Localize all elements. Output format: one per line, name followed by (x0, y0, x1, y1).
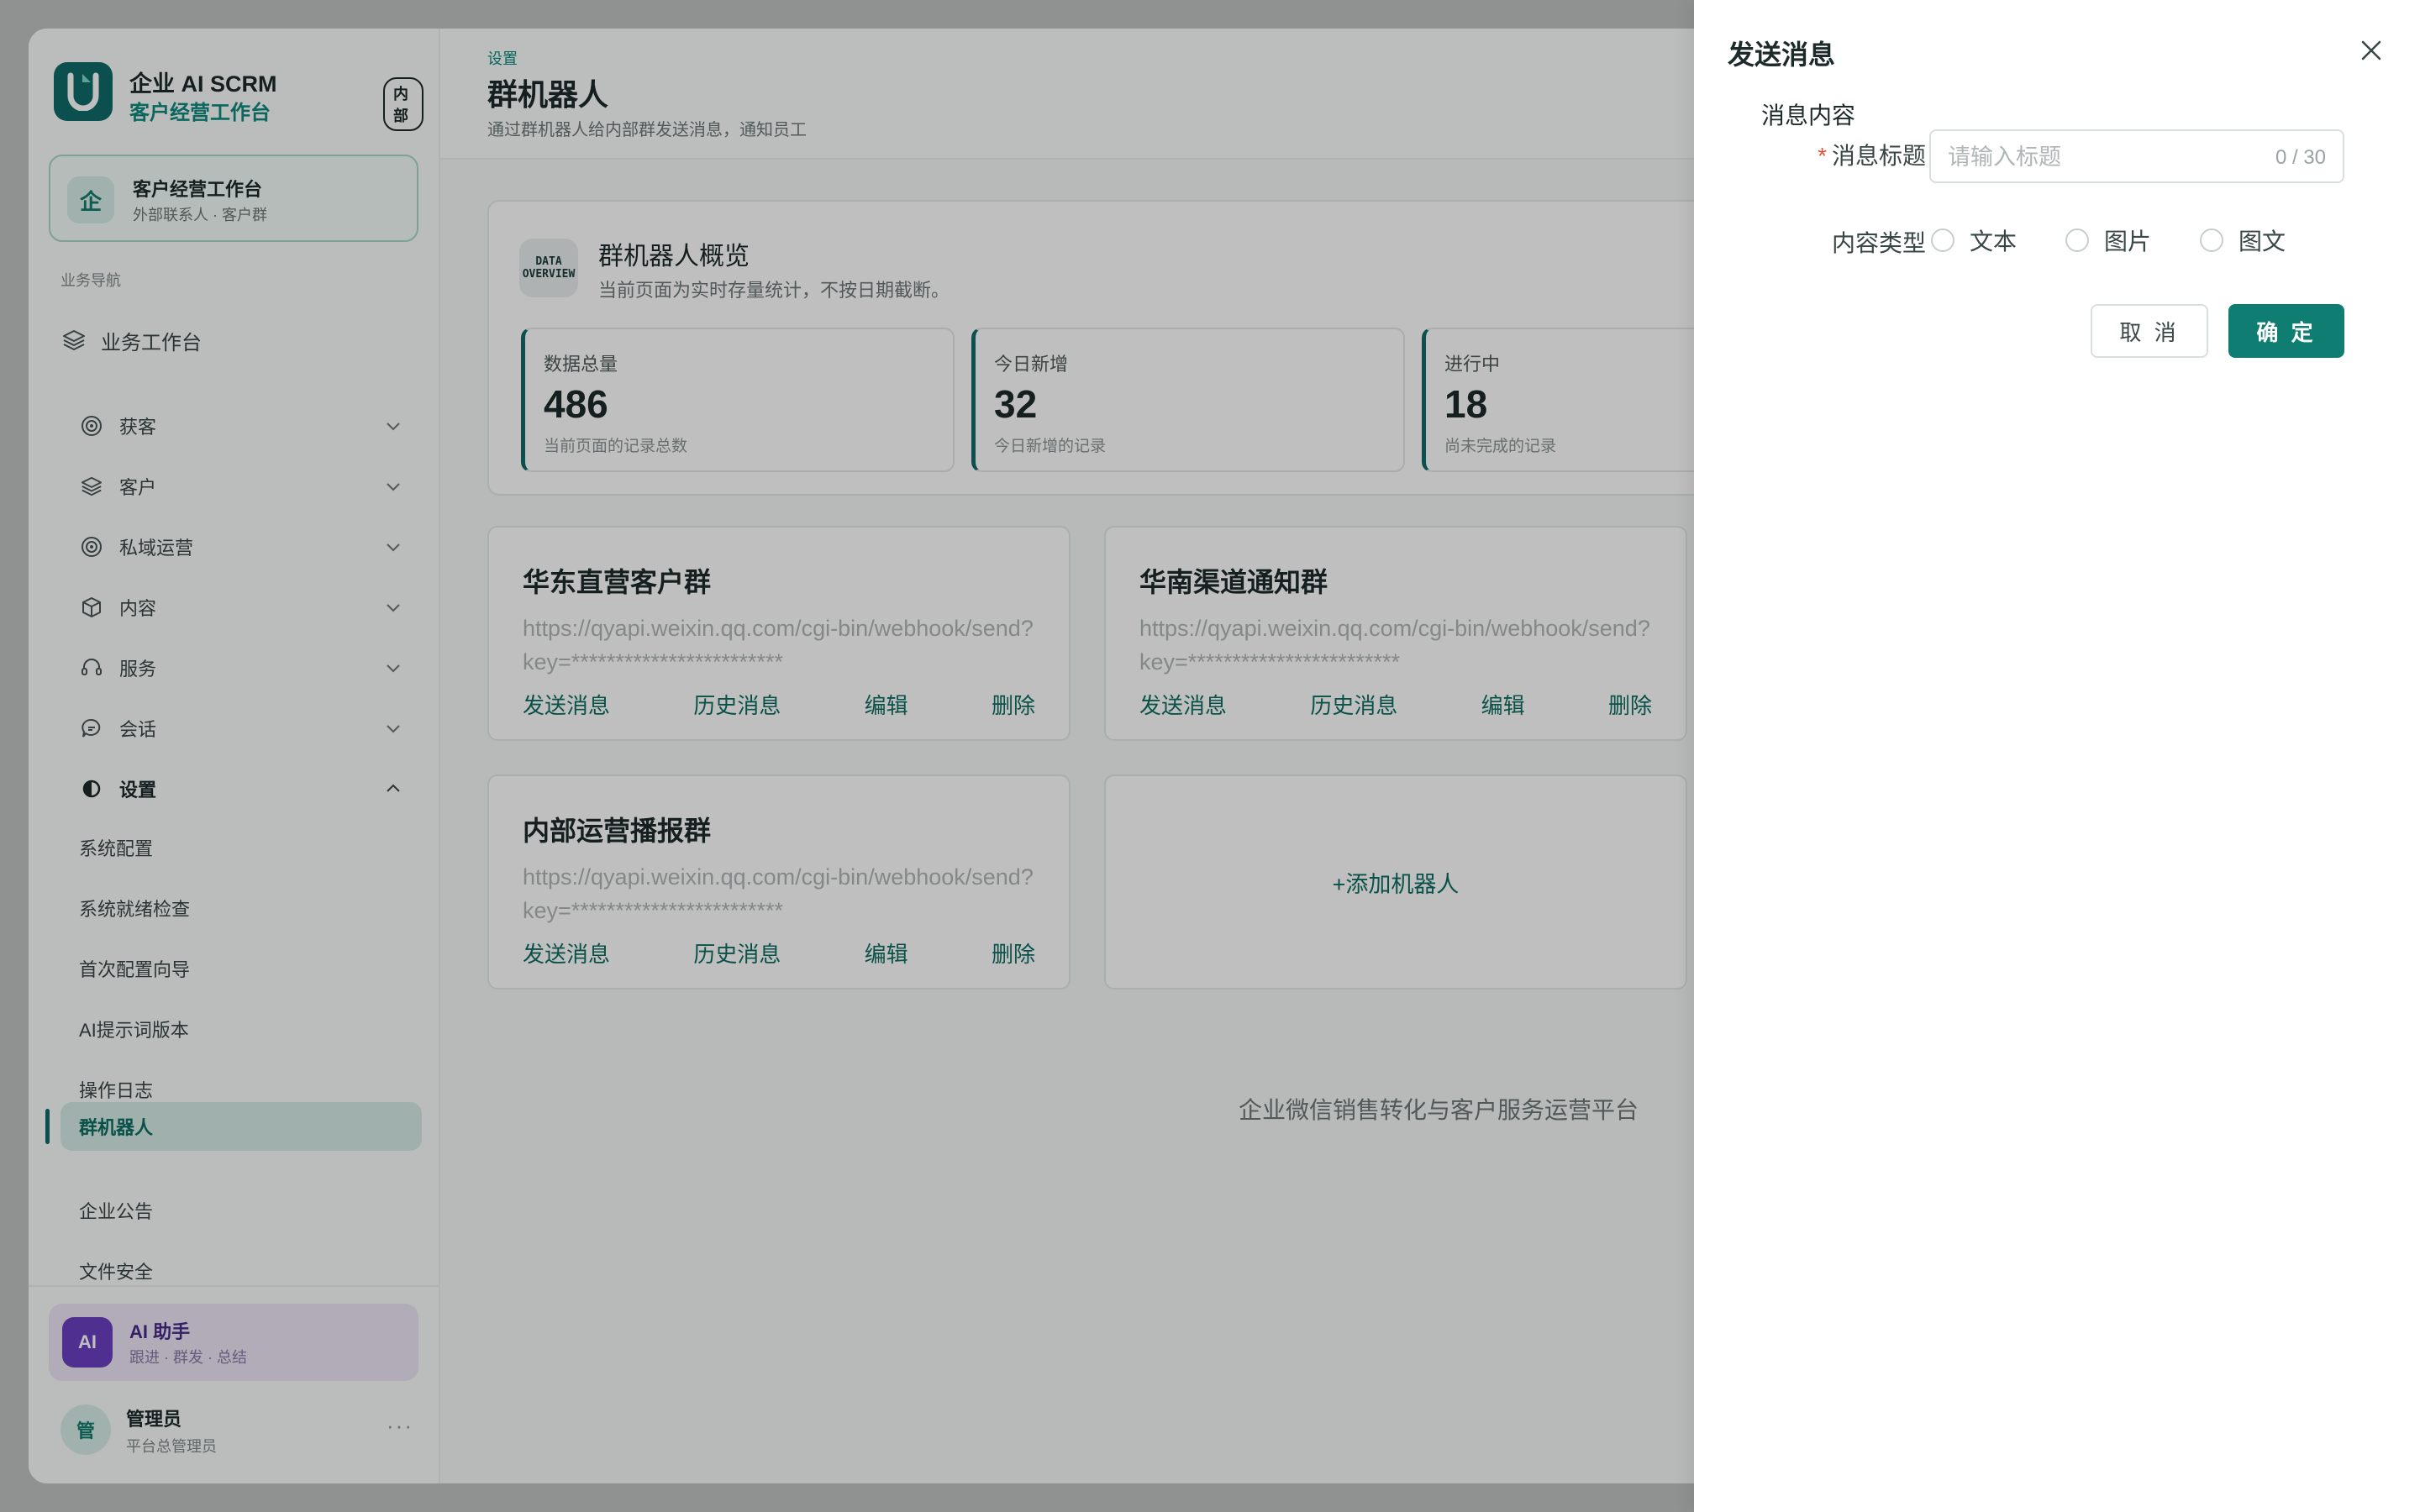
radio-label: 图文 (2238, 228, 2286, 255)
message-title-label: * 消息标题 (1795, 138, 1926, 171)
cancel-button[interactable]: 取 消 (2091, 304, 2208, 358)
label-text: 消息标题 (1831, 143, 1926, 169)
section-title: 消息内容 (1761, 102, 1856, 129)
confirm-button[interactable]: 确 定 (2228, 304, 2344, 358)
modal-mask[interactable] (0, 0, 1694, 1512)
radio-label: 图片 (2104, 228, 2152, 255)
send-message-drawer: 发送消息 消息内容 *消息标题 0 / 30 内容类型 文本 图片 图文 取 消… (1694, 0, 2420, 1512)
drawer-title: 发送消息 (1728, 39, 1836, 70)
radio-circle[interactable] (2065, 228, 2089, 252)
radio-image-text[interactable]: 图文 (2200, 223, 2286, 257)
radio-circle[interactable] (2200, 228, 2223, 252)
radio-circle[interactable] (1931, 228, 1954, 252)
radio-image[interactable]: 图片 (2065, 223, 2151, 257)
char-counter: 0 / 30 (2275, 146, 2326, 169)
radio-text[interactable]: 文本 (1931, 223, 2017, 257)
content-type-label: 内容类型 (1831, 230, 1926, 256)
message-title-field[interactable]: 0 / 30 (1929, 129, 2344, 183)
close-icon[interactable] (2354, 34, 2388, 67)
message-title-input[interactable] (1948, 141, 2250, 173)
required-mark: * (1818, 143, 1827, 169)
radio-label: 文本 (1970, 228, 2018, 255)
